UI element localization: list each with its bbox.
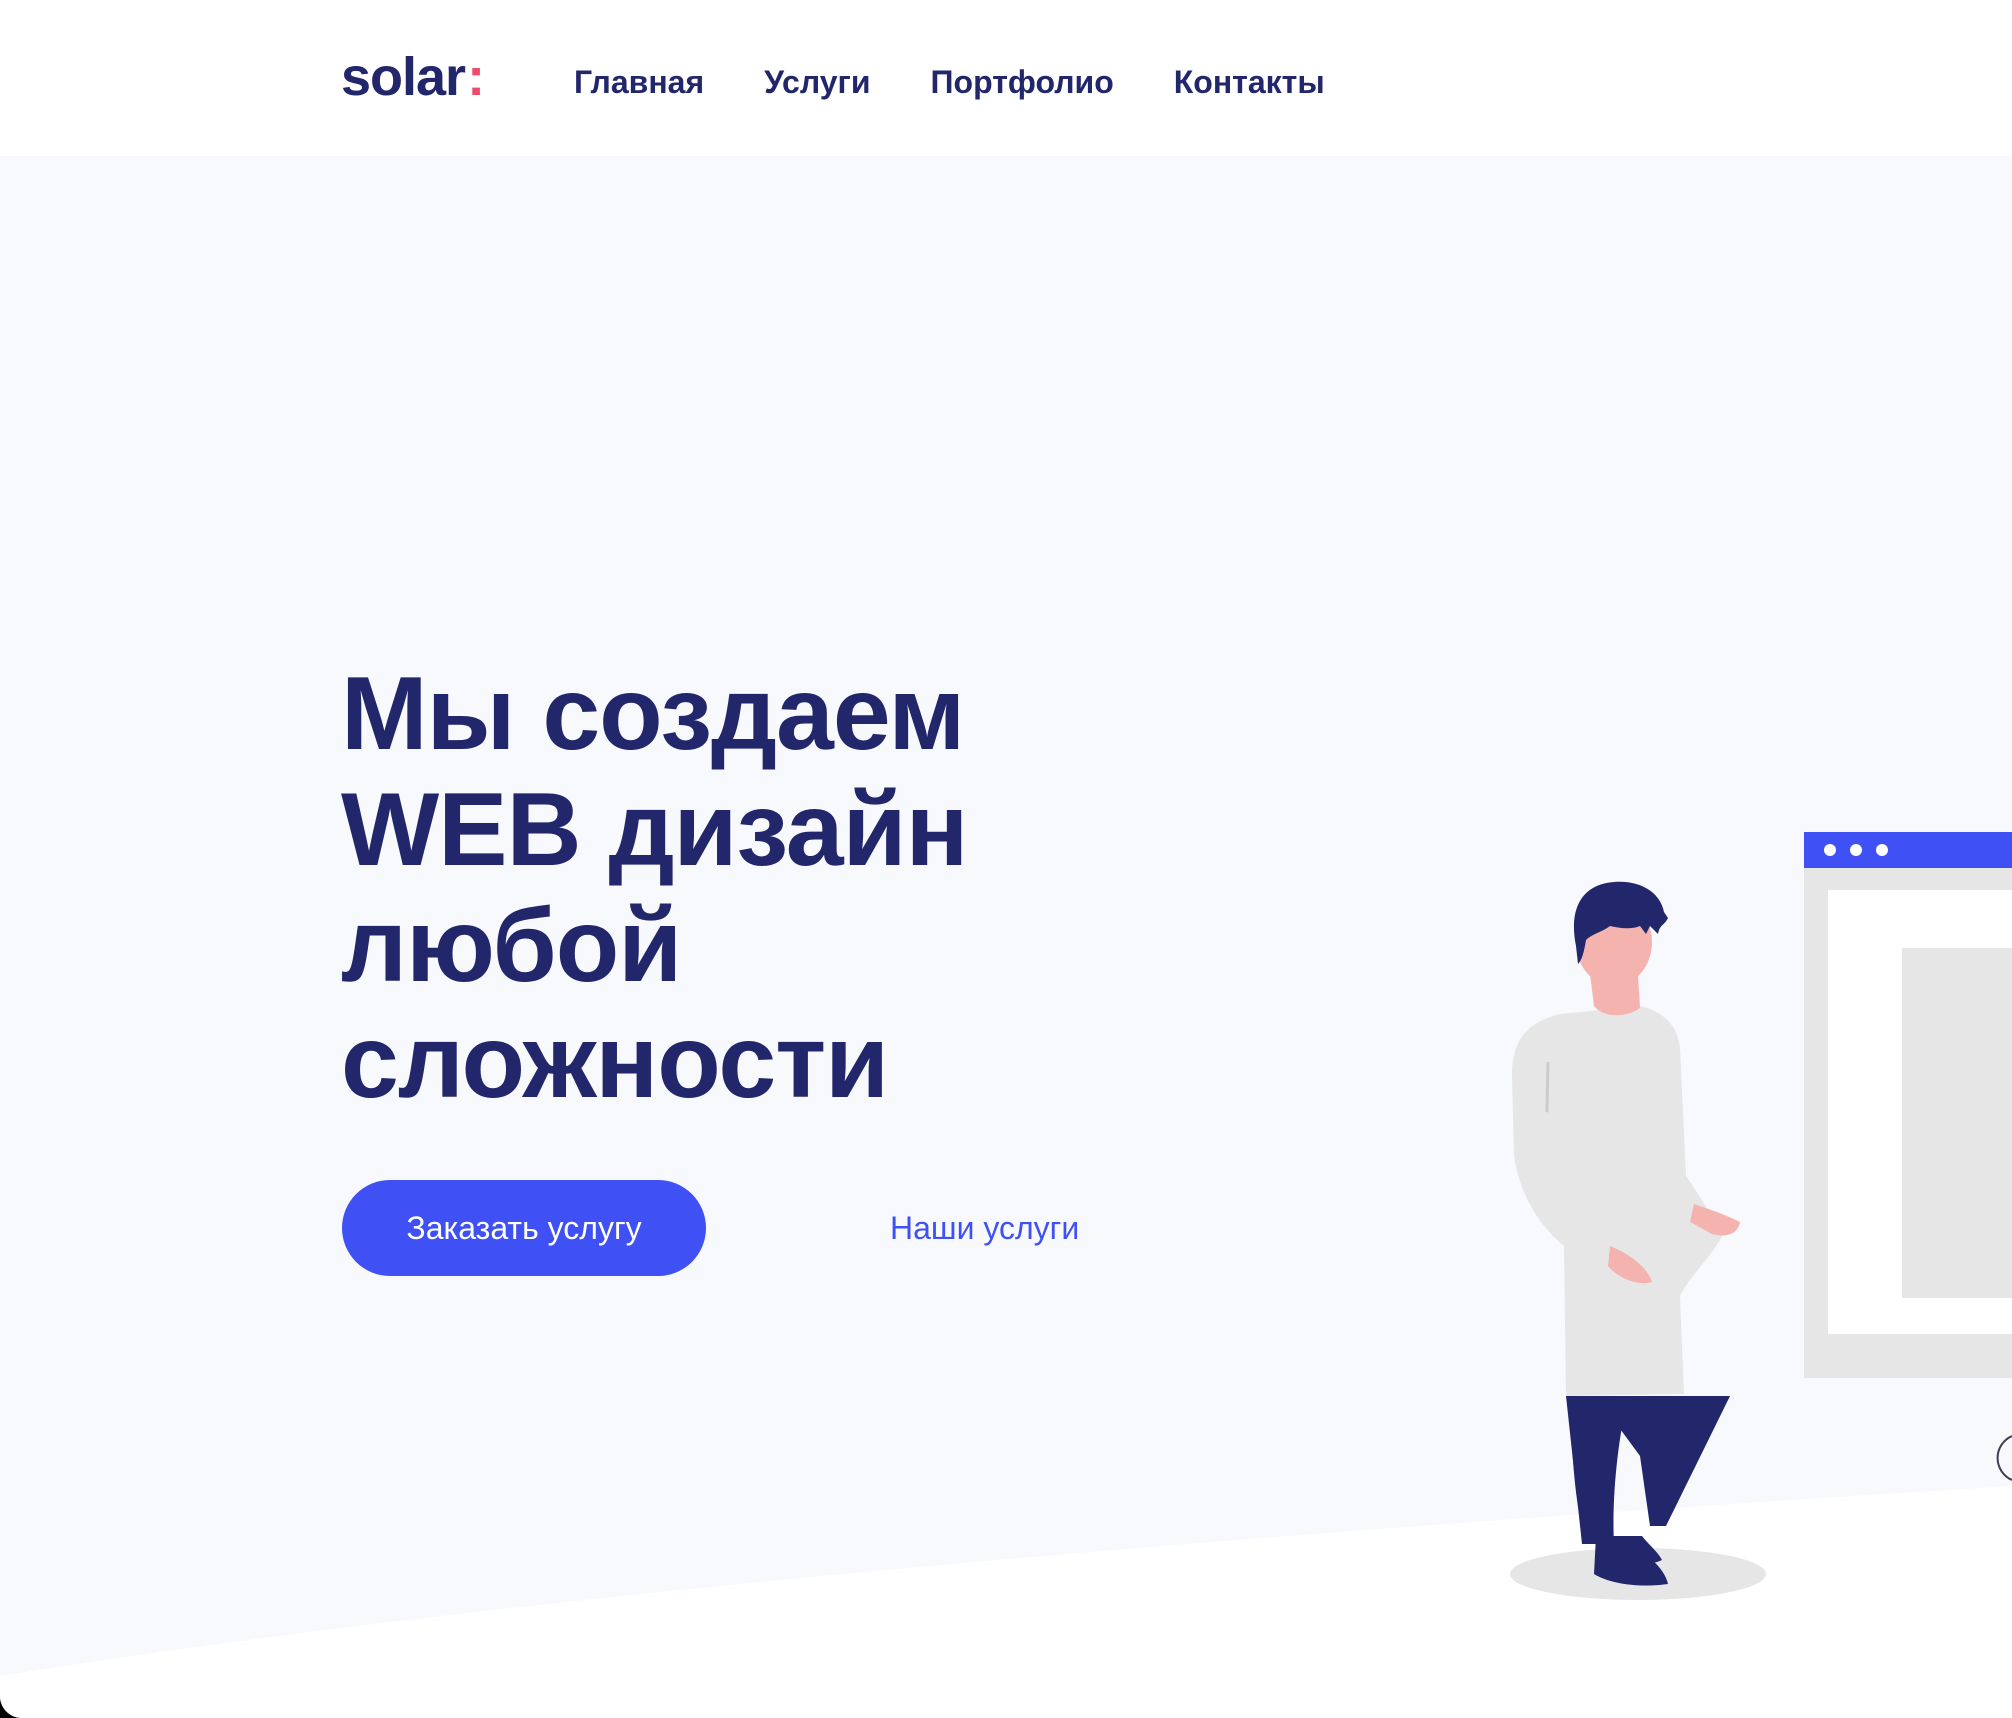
our-services-link[interactable]: Наши услуги: [890, 1208, 1079, 1248]
headline-line: сложности: [341, 1004, 889, 1120]
hero-section: Мы создаем WEB дизайн любой сложности За…: [0, 156, 2012, 1718]
headline-line: любой: [341, 888, 682, 1004]
site-header: solar: Главная Услуги Портфолио Контакты: [0, 0, 2012, 156]
hero-headline: Мы создаем WEB дизайн любой сложности: [341, 656, 1101, 1120]
logo-text: solar: [341, 47, 466, 107]
logo[interactable]: solar:: [341, 46, 485, 108]
nav-item-contacts[interactable]: Контакты: [1174, 62, 1325, 102]
logo-colon: :: [467, 47, 485, 107]
headline-line: Мы создаем: [341, 656, 965, 772]
nav-item-portfolio[interactable]: Портфолио: [931, 62, 1114, 102]
nav-item-home[interactable]: Главная: [574, 62, 704, 102]
headline-line: WEB дизайн: [341, 772, 968, 888]
main-nav: Главная Услуги Портфолио Контакты: [574, 62, 1385, 102]
page: Мы создаем WEB дизайн любой сложности За…: [0, 0, 2012, 1718]
person-illustration: [1510, 881, 1766, 1600]
hero-illustration: [1510, 832, 2012, 1600]
order-service-button[interactable]: Заказать услугу: [342, 1180, 706, 1276]
nav-item-services[interactable]: Услуги: [764, 62, 870, 102]
browser-window-illustration: [1804, 832, 2012, 1481]
